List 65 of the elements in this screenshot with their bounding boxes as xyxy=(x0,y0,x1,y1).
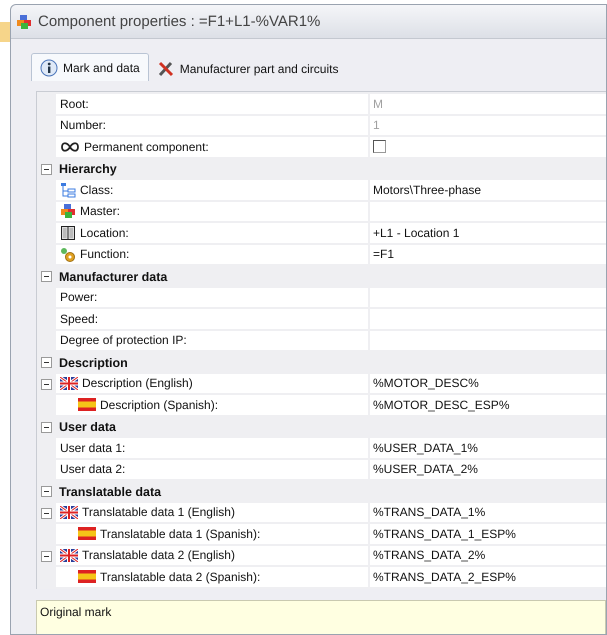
cabinet-icon xyxy=(60,224,76,241)
flag-icon xyxy=(60,506,78,519)
property-label: Function: xyxy=(80,247,130,262)
value-cell[interactable]: %TRANS_DATA_1_ESP% xyxy=(370,524,606,546)
value-cell[interactable]: Motors\Three-phase xyxy=(370,180,606,202)
tree-icon xyxy=(60,182,76,198)
property-label: Translatable data 2 (English) xyxy=(82,548,235,562)
value-cell[interactable]: %MOTOR_DESC% xyxy=(370,374,606,395)
flag-icon xyxy=(60,376,78,390)
value-cell[interactable] xyxy=(370,330,606,352)
section-header: Hierarchy xyxy=(58,162,117,176)
property-label: Translatable data 1 (Spanish): xyxy=(100,526,260,541)
flag-icon xyxy=(60,548,78,562)
info-icon xyxy=(40,58,58,76)
property-label: Translatable data 2 (Spanish): xyxy=(100,570,260,584)
property-label: Power: xyxy=(60,290,98,304)
property-label: User data 1: xyxy=(60,440,126,455)
collapse-toggle[interactable] xyxy=(41,508,52,519)
section-header: Translatable data xyxy=(58,484,162,499)
property-label: Root: xyxy=(60,96,89,111)
tab[interactable]: Mark and data xyxy=(31,53,149,81)
value-cell[interactable]: +L1 - Location 1 xyxy=(370,223,606,244)
section-header: Description xyxy=(58,356,128,370)
tools-icon xyxy=(156,60,175,78)
background-window xyxy=(0,22,10,42)
value-cell[interactable]: %TRANS_DATA_2_ESP% xyxy=(370,567,606,588)
property-label: Speed: xyxy=(60,312,98,326)
value-cell[interactable]: %TRANS_DATA_1% xyxy=(370,502,606,524)
cubes-icon xyxy=(16,14,32,30)
section-header: User data xyxy=(58,420,116,434)
property-label: Permanent component: xyxy=(84,140,209,154)
section-header: Manufacturer data xyxy=(58,270,168,284)
property-label: Number: xyxy=(60,118,106,132)
flag-icon xyxy=(78,527,96,540)
checkbox[interactable] xyxy=(373,140,386,154)
infinity-icon xyxy=(60,140,80,153)
value-cell[interactable] xyxy=(370,309,606,330)
property-label: Degree of protection IP: xyxy=(60,333,187,348)
value-cell[interactable] xyxy=(370,202,606,223)
property-label: Master: xyxy=(80,204,120,218)
tab[interactable]: Manufacturer part and circuits xyxy=(148,57,346,81)
value-cell[interactable]: %TRANS_DATA_2% xyxy=(370,546,606,567)
property-label: Description (English) xyxy=(82,376,193,390)
flag-icon xyxy=(78,570,96,584)
window-title: Component properties : =F1+L1-%VAR1% xyxy=(38,13,320,30)
value-cell[interactable]: %USER_DATA_2% xyxy=(370,460,606,481)
flag-icon xyxy=(78,398,96,412)
cubes-icon xyxy=(60,203,76,220)
collapse-toggle[interactable] xyxy=(41,486,52,498)
property-label: User data 2: xyxy=(60,462,126,476)
value-cell[interactable]: %MOTOR_DESC_ESP% xyxy=(370,395,606,416)
collapse-toggle[interactable] xyxy=(41,164,52,175)
collapse-toggle[interactable] xyxy=(41,357,52,368)
value-cell[interactable]: %USER_DATA_1% xyxy=(370,438,606,460)
value-cell[interactable]: =F1 xyxy=(370,244,606,266)
property-label: Translatable data 1 (English) xyxy=(82,505,235,520)
collapse-toggle[interactable] xyxy=(41,378,52,390)
value-cell[interactable] xyxy=(370,288,606,309)
property-label: Location: xyxy=(80,226,129,240)
property-label: Description (Spanish): xyxy=(100,398,218,412)
collapse-toggle[interactable] xyxy=(41,550,52,562)
property-label: Class: xyxy=(80,182,114,197)
description-text: Original mark xyxy=(40,604,112,618)
collapse-toggle[interactable] xyxy=(41,422,52,433)
collapse-toggle[interactable] xyxy=(41,271,52,282)
